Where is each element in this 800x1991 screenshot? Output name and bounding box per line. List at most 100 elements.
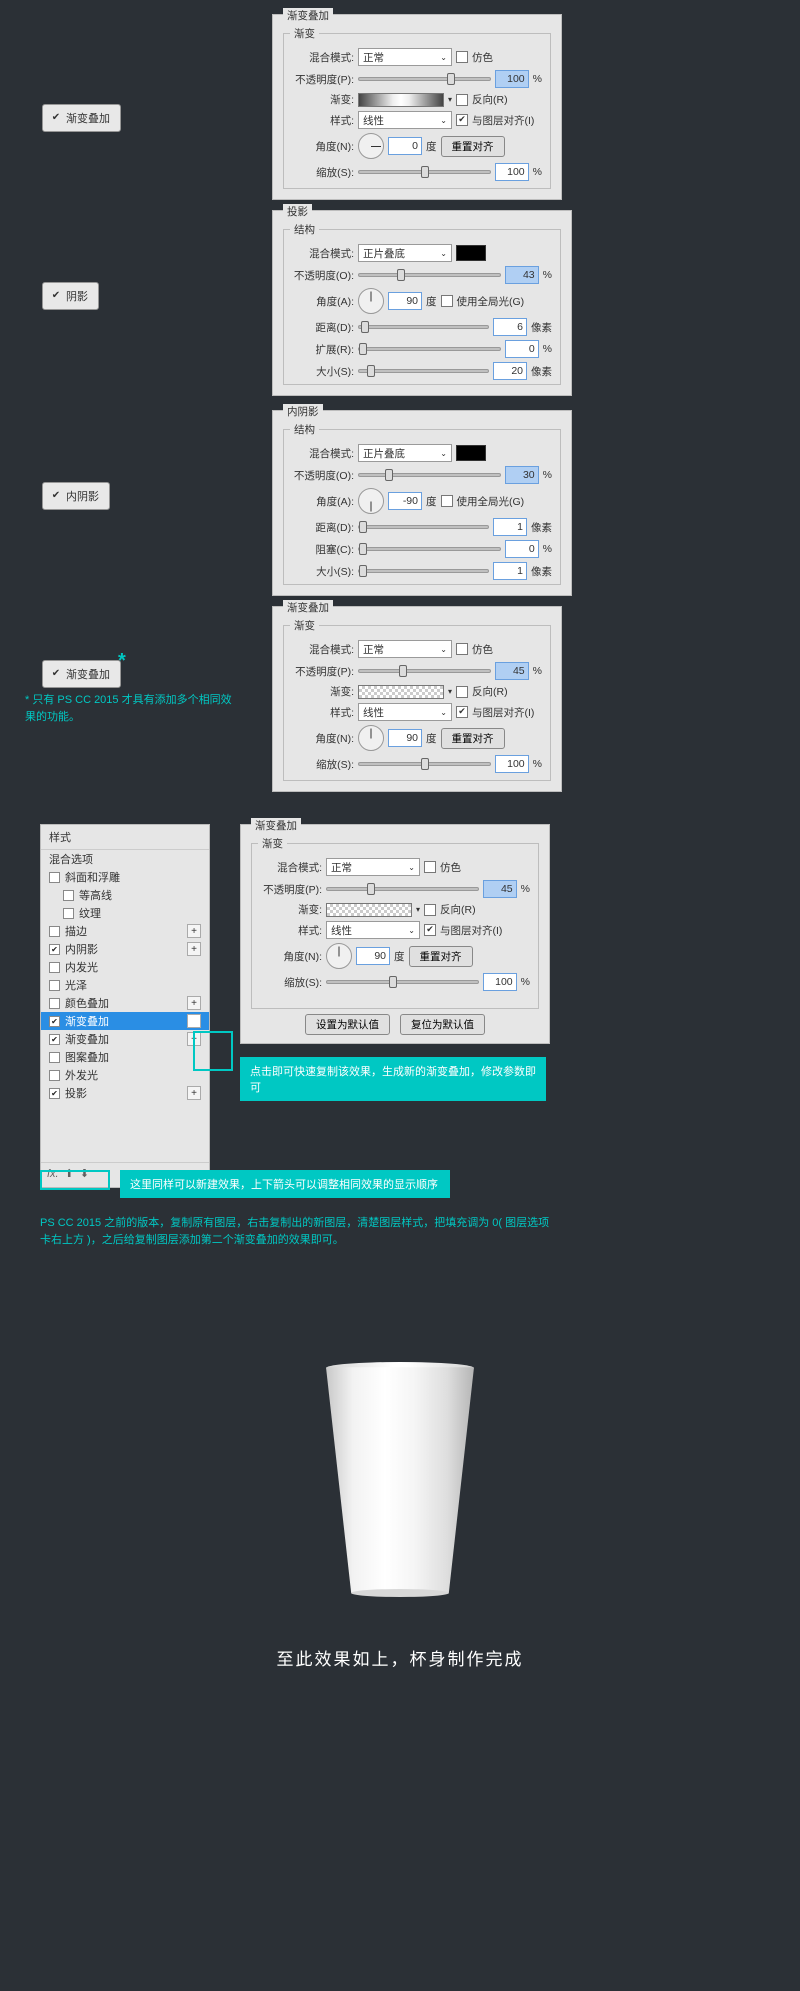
choke-slider[interactable] (358, 547, 501, 551)
outer-glow-item[interactable]: 外发光 (41, 1066, 209, 1084)
inner-shadow-item[interactable]: 内阴影+ (41, 940, 209, 958)
align-checkbox[interactable] (456, 706, 468, 718)
layer-styles-sidebar: 样式 混合选项 斜面和浮雕 等高线 纹理 描边+ 内阴影+ 内发光 光泽 颜色叠… (40, 824, 210, 1188)
stroke-item[interactable]: 描边+ (41, 922, 209, 940)
blend-mode-select[interactable]: 正常⌄ (326, 858, 420, 876)
blend-mode-select[interactable]: 正常⌄ (358, 48, 452, 66)
opacity-input[interactable]: 30 (505, 466, 539, 484)
scale-slider[interactable] (358, 170, 491, 174)
angle-input[interactable]: 90 (388, 292, 422, 310)
spread-slider[interactable] (358, 347, 501, 351)
distance-label: 距离(D): (292, 320, 354, 335)
opacity-input[interactable]: 45 (495, 662, 529, 680)
size-slider[interactable] (358, 569, 489, 573)
gradient-overlay-toggle-2[interactable]: 渐变叠加 (42, 660, 121, 688)
scale-input[interactable]: 100 (483, 973, 517, 991)
gradient-picker[interactable] (358, 93, 444, 107)
shadow-toggle[interactable]: 阴影 (42, 282, 99, 310)
dither-checkbox[interactable] (456, 643, 468, 655)
blend-mode-select[interactable]: 正片叠底⌄ (358, 244, 452, 262)
gradient-overlay-toggle[interactable]: 渐变叠加 (42, 104, 121, 132)
opacity-slider[interactable] (358, 669, 491, 673)
scale-slider[interactable] (358, 762, 491, 766)
style-select[interactable]: 线性⌄ (358, 111, 452, 129)
pattern-overlay-item[interactable]: 图案叠加 (41, 1048, 209, 1066)
angle-dial[interactable] (358, 133, 384, 159)
gradient-overlay-item-selected[interactable]: 渐变叠加+ (41, 1012, 209, 1030)
style-select[interactable]: 线性⌄ (358, 703, 452, 721)
reverse-checkbox[interactable] (456, 94, 468, 106)
global-light-checkbox[interactable] (441, 295, 453, 307)
contour-item[interactable]: 等高线 (41, 886, 209, 904)
choke-input[interactable]: 0 (505, 540, 539, 558)
angle-input[interactable]: 90 (356, 947, 390, 965)
blend-options-item[interactable]: 混合选项 (41, 850, 209, 868)
reverse-label: 反向(R) (472, 92, 508, 107)
blend-mode-select[interactable]: 正常⌄ (358, 640, 452, 658)
distance-input[interactable]: 6 (493, 318, 527, 336)
color-swatch[interactable] (456, 445, 486, 461)
panel-title: 投影 (283, 204, 312, 219)
gradient-overlay-item-2[interactable]: 渐变叠加+ (41, 1030, 209, 1048)
dither-checkbox[interactable] (456, 51, 468, 63)
opacity-input[interactable]: 43 (505, 266, 539, 284)
angle-dial[interactable] (326, 943, 352, 969)
align-checkbox[interactable] (456, 114, 468, 126)
reset-align-button[interactable]: 重置对齐 (441, 136, 505, 157)
plus-icon[interactable]: + (187, 1086, 201, 1100)
reset-align-button[interactable]: 重置对齐 (409, 946, 473, 967)
gradient-picker[interactable] (358, 685, 444, 699)
color-swatch[interactable] (456, 245, 486, 261)
set-default-button[interactable]: 设置为默认值 (305, 1014, 390, 1035)
inner-shadow-toggle[interactable]: 内阴影 (42, 482, 110, 510)
gradient-picker[interactable] (326, 903, 412, 917)
plus-icon[interactable]: + (187, 924, 201, 938)
size-label: 大小(S): (292, 364, 354, 379)
size-slider[interactable] (358, 369, 489, 373)
scale-slider[interactable] (326, 980, 479, 984)
satin-item[interactable]: 光泽 (41, 976, 209, 994)
opacity-input[interactable]: 100 (495, 70, 529, 88)
reverse-checkbox[interactable] (424, 904, 436, 916)
bevel-item[interactable]: 斜面和浮雕 (41, 868, 209, 886)
plus-icon[interactable]: + (187, 1014, 201, 1028)
texture-item[interactable]: 纹理 (41, 904, 209, 922)
global-light-checkbox[interactable] (441, 495, 453, 507)
size-input[interactable]: 1 (493, 562, 527, 580)
angle-input[interactable]: 90 (388, 729, 422, 747)
btn-label: 阴影 (66, 288, 88, 304)
opacity-slider[interactable] (358, 473, 501, 477)
angle-dial[interactable] (358, 288, 384, 314)
opacity-input[interactable]: 45 (483, 880, 517, 898)
color-overlay-item[interactable]: 颜色叠加+ (41, 994, 209, 1012)
plus-icon[interactable]: + (187, 996, 201, 1010)
distance-slider[interactable] (358, 525, 489, 529)
size-input[interactable]: 20 (493, 362, 527, 380)
opacity-slider[interactable] (358, 273, 501, 277)
spread-input[interactable]: 0 (505, 340, 539, 358)
global-light-label: 使用全局光(G) (457, 494, 525, 509)
inner-glow-item[interactable]: 内发光 (41, 958, 209, 976)
plus-icon[interactable]: + (187, 942, 201, 956)
group-title: 结构 (290, 422, 319, 437)
blend-mode-select[interactable]: 正片叠底⌄ (358, 444, 452, 462)
dither-label: 仿色 (472, 50, 493, 65)
btn-label: 渐变叠加 (66, 110, 110, 126)
style-select[interactable]: 线性⌄ (326, 921, 420, 939)
angle-input[interactable]: 0 (388, 137, 422, 155)
distance-input[interactable]: 1 (493, 518, 527, 536)
angle-dial[interactable] (358, 488, 384, 514)
dither-checkbox[interactable] (424, 861, 436, 873)
reset-align-button[interactable]: 重置对齐 (441, 728, 505, 749)
distance-slider[interactable] (358, 325, 489, 329)
opacity-slider[interactable] (358, 77, 491, 81)
reverse-checkbox[interactable] (456, 686, 468, 698)
drop-shadow-item[interactable]: 投影+ (41, 1084, 209, 1102)
scale-input[interactable]: 100 (495, 163, 529, 181)
reset-default-button[interactable]: 复位为默认值 (400, 1014, 485, 1035)
angle-dial[interactable] (358, 725, 384, 751)
align-checkbox[interactable] (424, 924, 436, 936)
scale-input[interactable]: 100 (495, 755, 529, 773)
angle-input[interactable]: -90 (388, 492, 422, 510)
opacity-slider[interactable] (326, 887, 479, 891)
